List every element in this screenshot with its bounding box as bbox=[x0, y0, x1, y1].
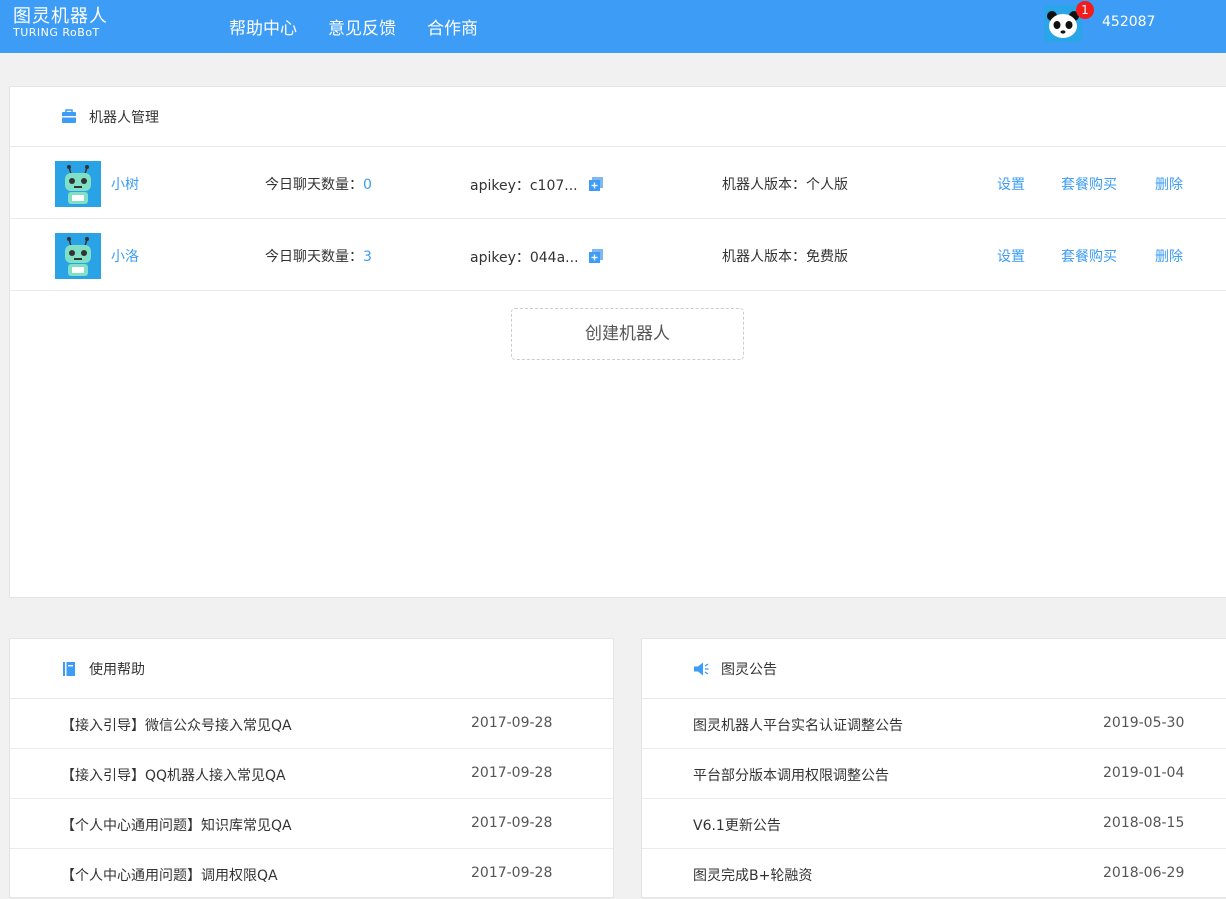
turing-logo[interactable]: 图灵机器人 TURING RoBoT bbox=[13, 7, 108, 39]
robot-avatar[interactable] bbox=[55, 161, 101, 207]
list-item[interactable]: 【个人中心通用问题】调用权限QA 2017-09-28 bbox=[10, 849, 613, 899]
settings-link[interactable]: 设置 bbox=[997, 174, 1025, 194]
list-item[interactable]: 平台部分版本调用权限调整公告 2019-01-04 bbox=[642, 749, 1226, 799]
robot-icon bbox=[55, 233, 101, 279]
delete-link[interactable]: 删除 bbox=[1155, 246, 1183, 266]
book-icon bbox=[61, 661, 77, 677]
copy-apikey-icon[interactable] bbox=[589, 248, 603, 263]
usage-help-panel: 使用帮助 【接入引导】微信公众号接入常见QA 2017-09-28 【接入引导】… bbox=[9, 638, 614, 899]
panel-title: 使用帮助 bbox=[89, 661, 145, 678]
user-menu[interactable]: 1 452087 bbox=[1044, 1, 1226, 45]
buy-plan-link[interactable]: 套餐购买 bbox=[1061, 246, 1117, 266]
panel-title: 机器人管理 bbox=[89, 109, 159, 126]
robot-avatar[interactable] bbox=[55, 233, 101, 279]
delete-link[interactable]: 删除 bbox=[1155, 174, 1183, 194]
chat-count-value: 3 bbox=[363, 249, 372, 265]
list-item[interactable]: 【接入引导】QQ机器人接入常见QA 2017-09-28 bbox=[10, 749, 613, 799]
main-nav: 帮助中心 意见反馈 合作商 bbox=[229, 0, 509, 53]
chat-count-label: 今日聊天数量： bbox=[265, 249, 363, 265]
robot-management-panel: 机器人管理 小树 今日聊天数量：0 apikey：c107... 机器人版本：个… bbox=[9, 86, 1226, 598]
panel-title: 图灵公告 bbox=[721, 661, 777, 678]
notice-item-date: 2019-05-30 bbox=[1103, 715, 1185, 731]
list-item[interactable]: 图灵机器人平台实名认证调整公告 2019-05-30 bbox=[642, 699, 1226, 749]
notice-item-title[interactable]: 图灵完成B+轮融资 bbox=[693, 865, 812, 885]
notice-item-title[interactable]: 图灵机器人平台实名认证调整公告 bbox=[693, 715, 903, 735]
list-item[interactable]: V6.1更新公告 2018-08-15 bbox=[642, 799, 1226, 849]
apikey-text: apikey：044a... bbox=[470, 250, 579, 266]
help-item-title[interactable]: 【接入引导】微信公众号接入常见QA bbox=[61, 715, 292, 735]
robot-version: 机器人版本：免费版 bbox=[722, 249, 848, 265]
help-item-date: 2017-09-28 bbox=[471, 715, 553, 731]
robot-name[interactable]: 小树 bbox=[111, 174, 139, 194]
notice-item-date: 2018-08-15 bbox=[1103, 815, 1185, 831]
robot-icon bbox=[55, 161, 101, 207]
list-item[interactable]: 【接入引导】微信公众号接入常见QA 2017-09-28 bbox=[10, 699, 613, 749]
today-chat-count: 今日聊天数量：3 bbox=[265, 246, 372, 266]
help-item-date: 2017-09-28 bbox=[471, 765, 553, 781]
notice-item-title[interactable]: 平台部分版本调用权限调整公告 bbox=[693, 765, 889, 785]
nav-help-center[interactable]: 帮助中心 bbox=[229, 14, 297, 39]
robot-row: 小树 今日聊天数量：0 apikey：c107... 机器人版本：个人版 设置 … bbox=[10, 147, 1226, 219]
notice-item-title[interactable]: V6.1更新公告 bbox=[693, 815, 781, 835]
apikey-text: apikey：c107... bbox=[470, 178, 578, 194]
panel-header: 使用帮助 bbox=[10, 639, 613, 699]
robot-name[interactable]: 小洛 bbox=[111, 246, 139, 266]
settings-link[interactable]: 设置 bbox=[997, 246, 1025, 266]
notice-item-date: 2019-01-04 bbox=[1103, 765, 1185, 781]
list-item[interactable]: 图灵完成B+轮融资 2018-06-29 bbox=[642, 849, 1226, 899]
copy-apikey-icon[interactable] bbox=[589, 176, 603, 191]
buy-plan-link[interactable]: 套餐购买 bbox=[1061, 174, 1117, 194]
speaker-icon bbox=[693, 661, 709, 677]
today-chat-count: 今日聊天数量：0 bbox=[265, 174, 372, 194]
top-header: 图灵机器人 TURING RoBoT 帮助中心 意见反馈 合作商 1 45208… bbox=[0, 0, 1226, 53]
nav-feedback[interactable]: 意见反馈 bbox=[328, 14, 396, 39]
help-item-title[interactable]: 【接入引导】QQ机器人接入常见QA bbox=[61, 765, 286, 785]
robot-row: 小洛 今日聊天数量：3 apikey：044a... 机器人版本：免费版 设置 … bbox=[10, 219, 1226, 291]
panel-header: 图灵公告 bbox=[642, 639, 1226, 699]
nav-partners[interactable]: 合作商 bbox=[427, 14, 478, 39]
logo-text-cn: 图灵机器人 bbox=[13, 6, 108, 27]
panel-header: 机器人管理 bbox=[10, 87, 1226, 147]
notification-badge: 1 bbox=[1076, 1, 1094, 19]
help-item-title[interactable]: 【个人中心通用问题】调用权限QA bbox=[61, 865, 278, 885]
logo-text-en: TURING RoBoT bbox=[13, 26, 100, 39]
help-item-title[interactable]: 【个人中心通用问题】知识库常见QA bbox=[61, 815, 292, 835]
chat-count-label: 今日聊天数量： bbox=[265, 177, 363, 193]
help-item-date: 2017-09-28 bbox=[471, 815, 553, 831]
avatar[interactable]: 1 bbox=[1044, 1, 1094, 42]
briefcase-icon bbox=[61, 108, 77, 125]
robot-version: 机器人版本：个人版 bbox=[722, 177, 848, 193]
list-item[interactable]: 【个人中心通用问题】知识库常见QA 2017-09-28 bbox=[10, 799, 613, 849]
create-robot-button[interactable]: 创建机器人 bbox=[511, 308, 744, 360]
chat-count-value: 0 bbox=[363, 177, 372, 193]
user-id: 452087 bbox=[1102, 14, 1156, 30]
turing-notice-panel: 图灵公告 图灵机器人平台实名认证调整公告 2019-05-30 平台部分版本调用… bbox=[641, 638, 1226, 899]
